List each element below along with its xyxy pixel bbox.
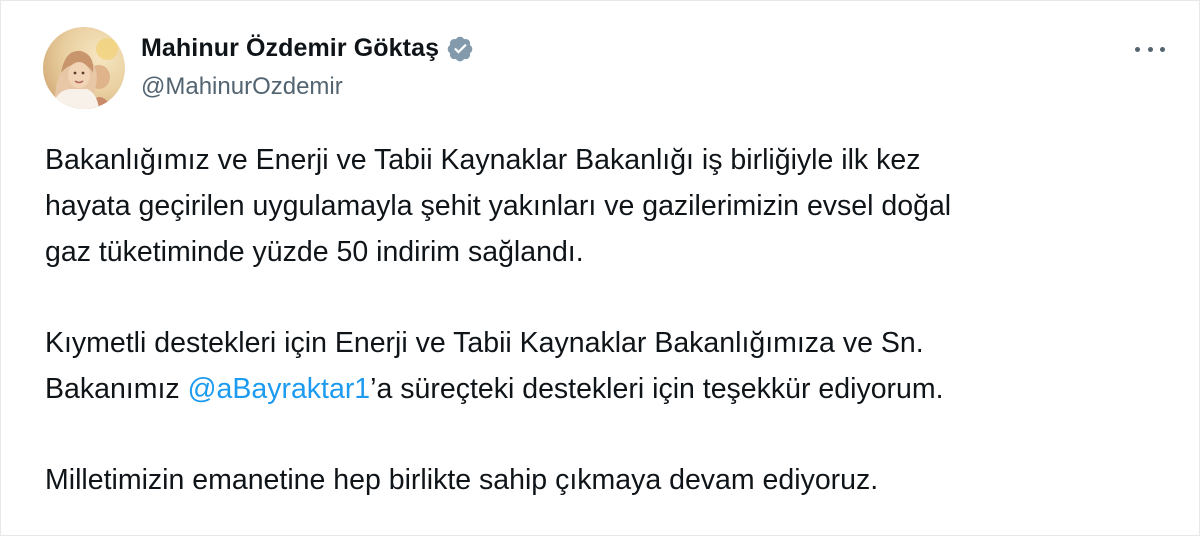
tweet-line: hayata geçirilen uygulamayla şehit yakın… — [45, 190, 952, 222]
mention-link[interactable]: @aBayraktar1 — [188, 373, 371, 405]
author-handle[interactable]: @MahinurOzdemir — [141, 73, 474, 101]
tweet-card: Mahinur Özdemir Göktaş @MahinurOzdemir B… — [0, 0, 1200, 536]
tweet-paragraph-1: Bakanlığımız ve Enerji ve Tabii Kaynakla… — [45, 137, 1165, 275]
tweet-line: Milletimizin emanetine hep birlikte sahi… — [45, 464, 879, 496]
author-avatar[interactable] — [43, 27, 125, 109]
tweet-line: gaz tüketiminde yüzde 50 indirim sağland… — [45, 236, 584, 268]
avatar-image — [43, 27, 125, 109]
author-info: Mahinur Özdemir Göktaş @MahinurOzdemir — [141, 31, 474, 101]
tweet-text-segment: Bakanımız — [45, 373, 188, 405]
verified-badge-icon — [447, 35, 474, 62]
tweet-line-with-mention: Bakanımız @aBayraktar1’a süreçteki deste… — [45, 366, 1165, 412]
author-name-row: Mahinur Özdemir Göktaş — [141, 31, 474, 65]
author-display-name[interactable]: Mahinur Özdemir Göktaş — [141, 34, 439, 63]
tweet-text: Bakanlığımız ve Enerji ve Tabii Kaynakla… — [45, 137, 1165, 503]
tweet-paragraph-3: Milletimizin emanetine hep birlikte sahi… — [45, 457, 1165, 503]
tweet-line: Kıymetli destekleri için Enerji ve Tabii… — [45, 327, 924, 359]
more-options-button[interactable] — [1135, 37, 1165, 61]
tweet-paragraph-2: Kıymetli destekleri için Enerji ve Tabii… — [45, 320, 1165, 412]
tweet-line: Bakanlığımız ve Enerji ve Tabii Kaynakla… — [45, 144, 921, 176]
more-dot — [1147, 46, 1153, 52]
more-dot — [1135, 46, 1140, 52]
tweet-text-segment: ’a süreçteki destekleri için teşekkür ed… — [370, 373, 944, 405]
more-dot — [1160, 46, 1165, 52]
